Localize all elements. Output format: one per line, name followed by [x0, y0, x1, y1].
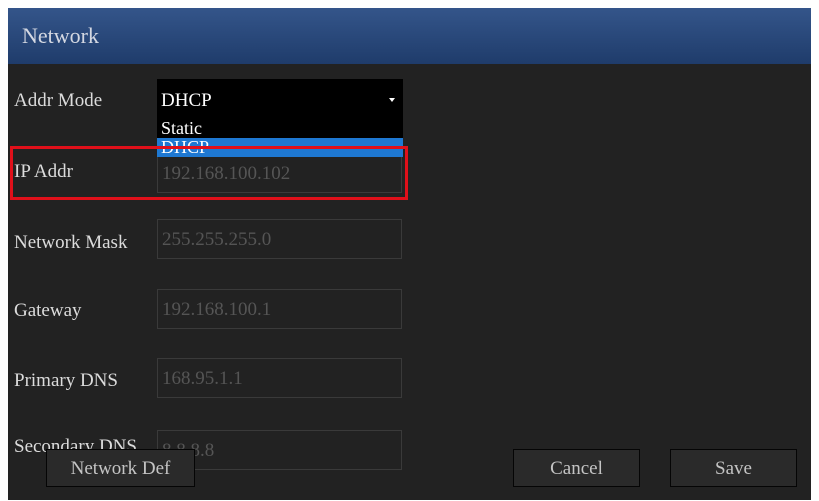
network-mask-field[interactable]: 255.255.255.0: [157, 219, 402, 259]
dialog-title: Network: [8, 8, 811, 64]
highlight-box: [10, 146, 408, 200]
primary-dns-field[interactable]: 168.95.1.1: [157, 358, 402, 398]
primary-dns-label: Primary DNS: [14, 370, 118, 391]
save-button[interactable]: Save: [670, 449, 797, 487]
option-static[interactable]: Static: [157, 119, 403, 138]
addr-mode-select[interactable]: DHCP: [157, 79, 403, 119]
gateway-field[interactable]: 192.168.100.1: [157, 289, 402, 329]
network-dialog: Network Addr Mode DHCP Static DHCP IP Ad…: [8, 8, 811, 500]
network-def-button[interactable]: Network Def: [46, 449, 195, 487]
network-mask-label: Network Mask: [14, 232, 128, 253]
addr-mode-value: DHCP: [161, 90, 212, 111]
cancel-button[interactable]: Cancel: [513, 449, 640, 487]
addr-mode-label: Addr Mode: [14, 90, 103, 111]
chevron-down-icon: [389, 98, 395, 102]
gateway-label: Gateway: [14, 300, 82, 321]
